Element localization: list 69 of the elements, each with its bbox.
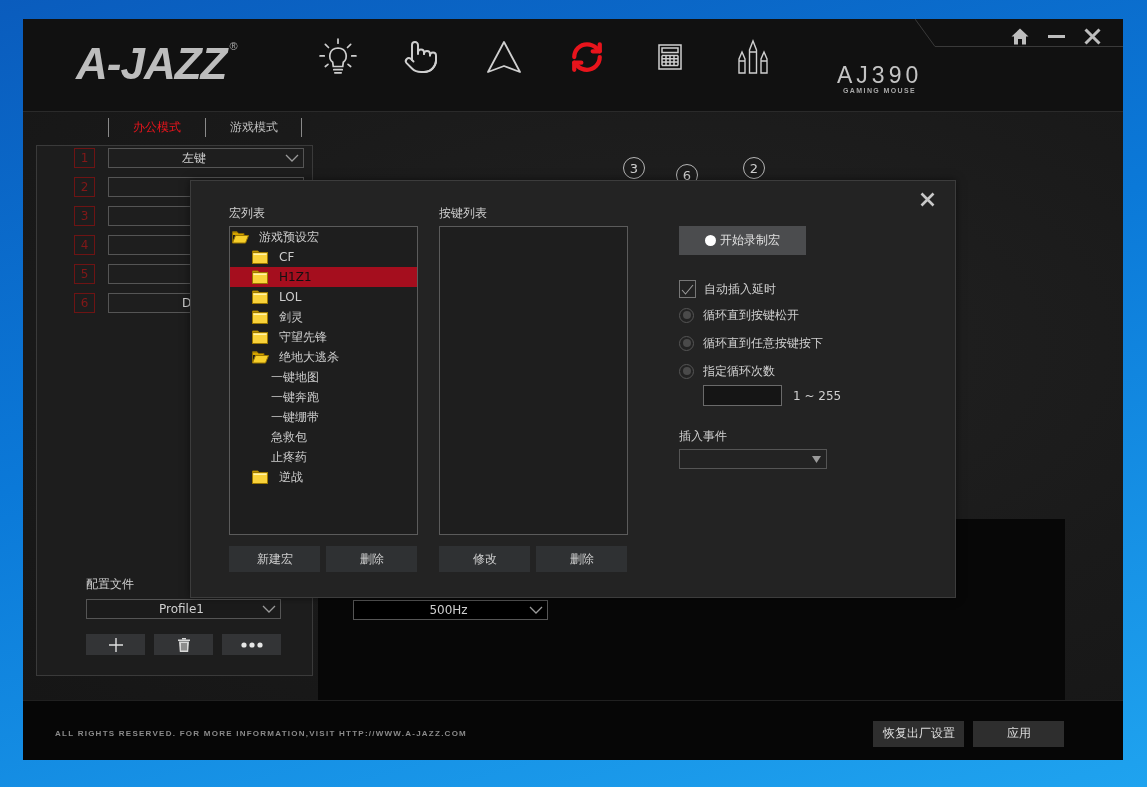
record-macro-button[interactable]: 开始录制宏: [679, 226, 806, 255]
triangle-icon[interactable]: [486, 40, 522, 74]
button-number: 2: [74, 177, 95, 197]
profile-label: 配置文件: [86, 577, 134, 591]
button-function-dropdown[interactable]: 左键: [108, 148, 304, 168]
registered-mark: ®: [229, 40, 238, 52]
tree-macro-item[interactable]: 一键地图: [230, 367, 417, 387]
pointing-hand-icon[interactable]: [403, 39, 439, 75]
bullets-icon[interactable]: [736, 39, 770, 75]
more-options-button[interactable]: [222, 634, 281, 655]
profile-dropdown[interactable]: Profile1: [86, 599, 281, 619]
loop-option-label: 循环直到按键松开: [703, 306, 799, 324]
tree-folder[interactable]: CF: [230, 247, 417, 267]
insert-event-label: 插入事件: [679, 429, 727, 443]
loop-count-field[interactable]: [703, 385, 782, 406]
lightbulb-icon[interactable]: [319, 38, 357, 76]
product-model: AJ390: [837, 65, 923, 85]
macro-action-button[interactable]: 删除: [326, 546, 417, 572]
callout-number: 2: [743, 157, 765, 179]
plus-icon: [108, 637, 123, 652]
key-list-label: 按键列表: [439, 206, 487, 220]
delete-profile-button[interactable]: [154, 634, 213, 655]
trash-icon: [177, 637, 190, 652]
macro-action-button[interactable]: 新建宏: [229, 546, 320, 572]
key-action-button[interactable]: 删除: [536, 546, 627, 572]
close-icon[interactable]: [1083, 27, 1101, 45]
button-number: 3: [74, 206, 95, 226]
chevron-down-icon: [529, 606, 543, 614]
tree-folder[interactable]: 绝地大逃杀: [230, 347, 417, 367]
footer-button[interactable]: 恢复出厂设置: [873, 720, 964, 747]
tree-macro-item[interactable]: 一键奔跑: [230, 387, 417, 407]
home-icon[interactable]: [1011, 27, 1029, 45]
more-dots-icon: [240, 641, 263, 648]
record-dot-icon: [705, 235, 716, 246]
range-hint: 1 ~ 255: [793, 388, 842, 403]
macro-list-label: 宏列表: [229, 206, 265, 220]
tree-folder[interactable]: 守望先锋: [230, 327, 417, 347]
button-number: 6: [74, 293, 95, 313]
close-icon[interactable]: [920, 192, 935, 207]
tree-macro-item[interactable]: 止疼药: [230, 447, 417, 467]
copyright-text: ALL RIGHTS RESERVED. FOR MORE INFORMATION,VISIT HTTP://WWW.A-JAZZ.COM: [55, 729, 468, 738]
mode-tab[interactable]: 游戏模式: [205, 118, 302, 137]
add-profile-button[interactable]: [86, 634, 145, 655]
loop-option-label: 循环直到任意按键按下: [703, 334, 823, 352]
button-number: 1: [74, 148, 95, 168]
sync-icon[interactable]: [570, 40, 604, 74]
tree-folder[interactable]: 逆战: [230, 467, 417, 487]
checkbox[interactable]: [679, 280, 696, 298]
callout-number: 3: [623, 157, 645, 179]
chevron-down-icon: [262, 605, 276, 613]
tree-folder[interactable]: 游戏预设宏: [230, 227, 417, 247]
button-number: 4: [74, 235, 95, 255]
tree-macro-item[interactable]: 一键绷带: [230, 407, 417, 427]
key-action-button[interactable]: 修改: [439, 546, 530, 572]
calculator-icon[interactable]: [658, 44, 682, 70]
tree-folder[interactable]: LOL: [230, 287, 417, 307]
brand-logo: A-JAZZ: [76, 42, 227, 86]
polling-rate-dropdown[interactable]: 500Hz: [353, 600, 548, 620]
mode-tab[interactable]: 办公模式: [108, 118, 205, 137]
chevron-down-icon: [285, 154, 299, 162]
minimize-icon[interactable]: [1047, 34, 1065, 38]
checkmark-icon: [681, 283, 694, 295]
tree-folder[interactable]: 剑灵: [230, 307, 417, 327]
auto-delay-label: 自动插入延时: [704, 280, 776, 298]
dropdown-triangle-icon: [812, 455, 821, 463]
loop-option-label: 指定循环次数: [703, 362, 775, 380]
tree-macro-item[interactable]: 急救包: [230, 427, 417, 447]
footer-button[interactable]: 应用: [973, 720, 1064, 747]
button-number: 5: [74, 264, 95, 284]
